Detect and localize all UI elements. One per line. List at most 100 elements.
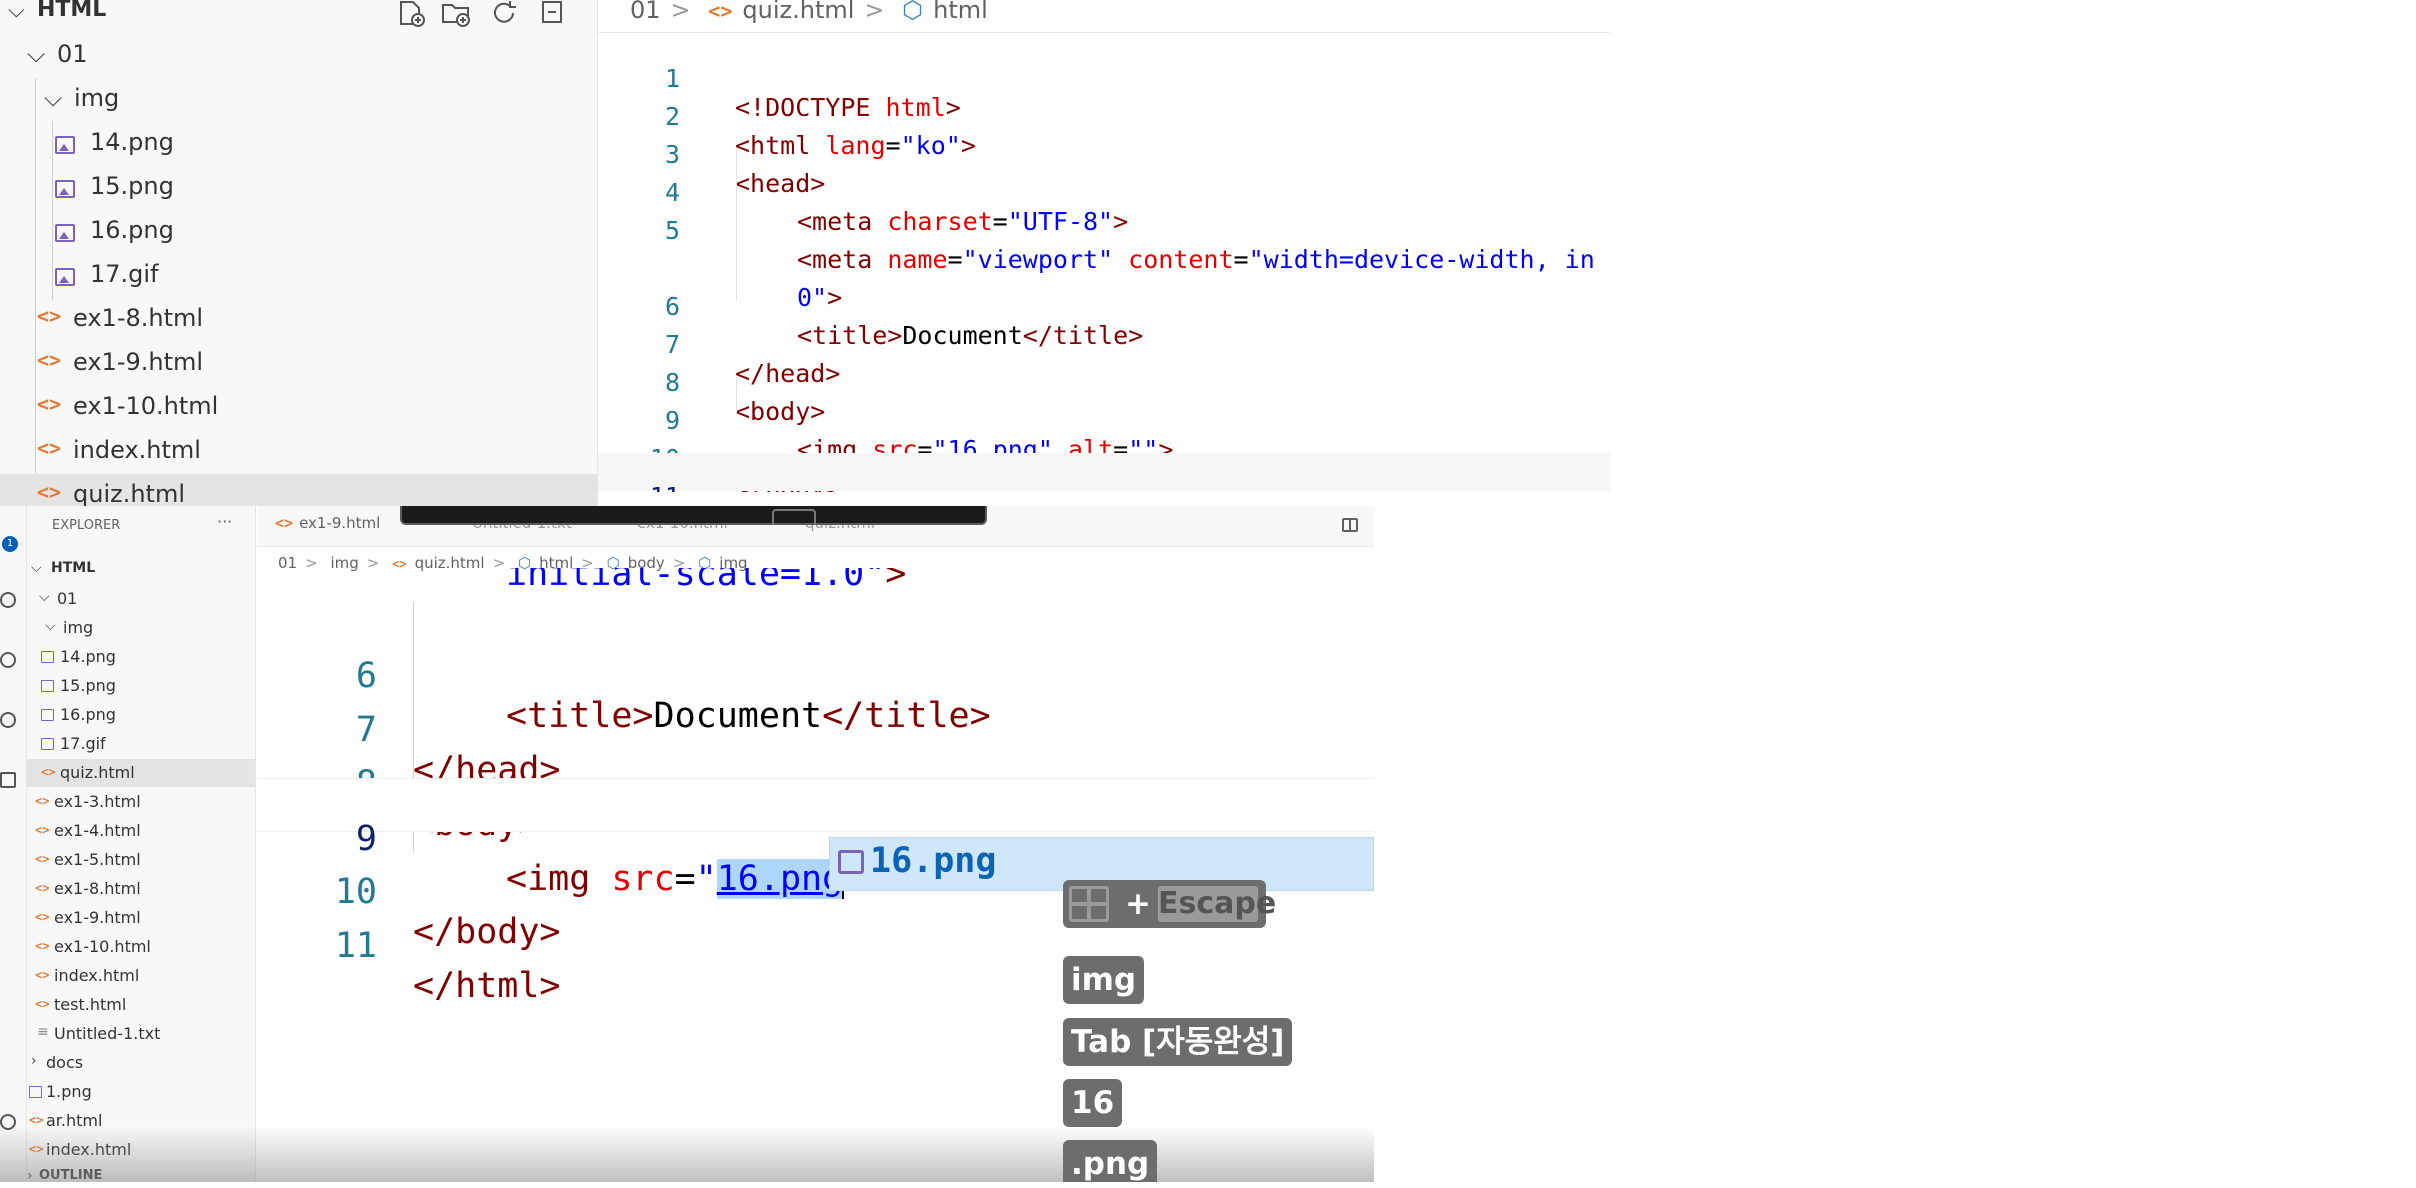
tree-item-16png[interactable]: 16.png: [27, 701, 255, 729]
breadcrumb: 01 > <> quiz.html > ⬡ html: [630, 0, 998, 24]
image-file-icon: [41, 651, 54, 667]
code-line[interactable]: 10 </body>: [598, 415, 1610, 492]
code-line[interactable]: 7 </head>: [257, 670, 1374, 790]
code-line[interactable]: 5 <meta name="viewport" content="width=d…: [598, 187, 1610, 274]
code-line[interactable]: 4 <meta charset="UTF-8">: [598, 149, 1610, 236]
code-line-current[interactable]: 11 </html>: [598, 453, 1610, 492]
element-icon: ⬡: [902, 0, 924, 24]
outline-section[interactable]: › OUTLINE: [27, 1164, 255, 1182]
html-file-icon: <>: [37, 348, 62, 372]
tab-ex1-9[interactable]: <> ex1-9.html: [275, 514, 380, 532]
tree-item-quiz[interactable]: <> quiz.html: [27, 759, 255, 787]
code-line[interactable]: 7 </head>: [598, 301, 1610, 388]
tree-item-01[interactable]: ⌵ 01: [27, 585, 255, 613]
notification-badge: 1: [2, 536, 18, 552]
tree-item-ex1-5[interactable]: <> ex1-5.html: [27, 846, 255, 874]
tree-item-ex1-3[interactable]: <> ex1-3.html: [27, 788, 255, 816]
extensions-icon[interactable]: [0, 772, 16, 788]
tree-item-untitled[interactable]: ≡ Untitled-1.txt: [27, 1020, 255, 1048]
code-line-current[interactable]: 9 <img src="16.png" alt="">: [257, 778, 1374, 899]
tree-item-index[interactable]: <> index.html: [27, 962, 255, 990]
account-icon[interactable]: [0, 1114, 16, 1130]
html-file-icon: <>: [35, 881, 50, 895]
chevron-down-icon: ⌵: [31, 560, 42, 576]
image-file-icon: [41, 680, 54, 696]
breadcrumb-item[interactable]: html: [933, 0, 988, 24]
tree-item-15png[interactable]: 15.png: [27, 672, 255, 700]
tree-item-test[interactable]: <> test.html: [27, 991, 255, 1019]
tree-item-docs[interactable]: › docs: [27, 1049, 255, 1077]
chevron-down-icon[interactable]: ⌵: [8, 0, 25, 23]
more-actions-icon[interactable]: ···: [217, 512, 232, 531]
tree-item-15png[interactable]: 15.png: [0, 166, 597, 210]
split-editor-icon[interactable]: [1342, 518, 1358, 532]
breadcrumb-item[interactable]: 01: [630, 0, 661, 24]
chevron-down-icon: ⌵: [44, 84, 63, 112]
html-file-icon: <>: [275, 514, 294, 532]
windows-key-icon: [1069, 886, 1109, 922]
image-file-icon: [55, 176, 75, 204]
tree-item-1png[interactable]: 1.png: [27, 1078, 255, 1106]
tree-item-img[interactable]: ⌵ img: [0, 78, 597, 122]
image-file-icon: [41, 709, 54, 725]
html-file-icon: <>: [35, 852, 50, 866]
tree-item-img[interactable]: ⌵ img: [27, 614, 255, 642]
tree-item-14png[interactable]: 14.png: [0, 122, 597, 166]
activity-bar: 1: [0, 506, 27, 1182]
top-explorer-panel: ⌵ HTML ⌵ 01 ⌵ img 14.png 15.png 16.png 1…: [0, 0, 598, 506]
tree-item-ex1-9[interactable]: <> ex1-9.html: [0, 342, 597, 386]
code-line[interactable]: 6 <title>Document</title>: [598, 263, 1610, 350]
html-file-icon: <>: [708, 0, 733, 23]
top-editor-panel: 01 > <> quiz.html > ⬡ html 1 <!DOCTYPE html>…: [598, 0, 1610, 492]
tree-item-ex1-10[interactable]: <> ex1-10.html: [27, 933, 255, 961]
tree-item-ex1-8[interactable]: <> ex1-8.html: [27, 875, 255, 903]
html-file-icon: <>: [29, 1113, 44, 1127]
html-file-icon: <>: [35, 823, 50, 837]
code-line[interactable]: 2 <html lang="ko">: [598, 73, 1610, 160]
code-line[interactable]: 9 <img src="16.png" alt="">: [598, 377, 1610, 464]
breadcrumb-item[interactable]: quiz.html: [742, 0, 854, 24]
tree-item-01[interactable]: ⌵ 01: [0, 34, 597, 78]
tree-item-ar[interactable]: <> ar.html: [27, 1107, 255, 1135]
html-file-icon: <>: [37, 392, 62, 416]
keystroke-png: .png: [1063, 1140, 1158, 1182]
code-line[interactable]: 8 <body>: [598, 339, 1610, 426]
html-file-icon: <>: [37, 436, 62, 460]
explorer-sidebar: EXPLORER ··· ⌵ HTML ⌵ 01 ⌵ img 14.png 15…: [27, 506, 256, 1182]
overlay-bar: [400, 506, 987, 525]
tree-item-index-root[interactable]: <> index.html: [27, 1136, 255, 1164]
chevron-down-icon: ⌵: [45, 618, 56, 634]
tree-item-index[interactable]: <> index.html: [0, 430, 597, 474]
tree-item-14png[interactable]: 14.png: [27, 643, 255, 671]
html-file-icon: <>: [35, 939, 50, 953]
run-debug-icon[interactable]: [0, 712, 16, 728]
chevron-right-icon: ›: [31, 1053, 37, 1069]
tree-item-quiz[interactable]: <> quiz.html: [0, 474, 597, 506]
code-line[interactable]: 3 <head>: [598, 111, 1610, 198]
tree-item-ex1-9[interactable]: <> ex1-9.html: [27, 904, 255, 932]
html-file-icon: <>: [37, 480, 62, 504]
refresh-icon[interactable]: [489, 0, 521, 28]
code-line[interactable]: 1 <!DOCTYPE html>: [598, 35, 1610, 122]
tree-item-ex1-10[interactable]: <> ex1-10.html: [0, 386, 597, 430]
new-folder-icon[interactable]: [440, 0, 472, 28]
code-line-wrap[interactable]: initial-scale=1.0">: [257, 568, 1374, 604]
code-line[interactable]: 8 <body>: [257, 724, 1374, 844]
tree-item-17gif[interactable]: 17.gif: [27, 730, 255, 758]
code-line-wrap[interactable]: 0">: [598, 225, 1610, 312]
code-line[interactable]: 6 <title>Document</title>: [257, 616, 1374, 736]
collapse-all-icon[interactable]: [537, 0, 569, 28]
source-control-icon[interactable]: [0, 652, 16, 668]
image-file-icon: [55, 220, 75, 248]
explorer-root-label: HTML: [37, 0, 107, 22]
tree-item-17gif[interactable]: 17.gif: [0, 254, 597, 298]
html-file-icon: <>: [35, 910, 50, 924]
tree-root-html[interactable]: ⌵ HTML: [27, 556, 255, 584]
explorer-header[interactable]: ⌵ HTML: [0, 0, 597, 28]
tree-item-16png[interactable]: 16.png: [0, 210, 597, 254]
keystroke-tab-autocomplete: Tab [자동완성]: [1063, 1018, 1293, 1066]
tree-item-ex1-4[interactable]: <> ex1-4.html: [27, 817, 255, 845]
new-file-icon[interactable]: [395, 0, 427, 28]
search-icon[interactable]: [0, 592, 16, 608]
tree-item-ex1-8[interactable]: <> ex1-8.html: [0, 298, 597, 342]
